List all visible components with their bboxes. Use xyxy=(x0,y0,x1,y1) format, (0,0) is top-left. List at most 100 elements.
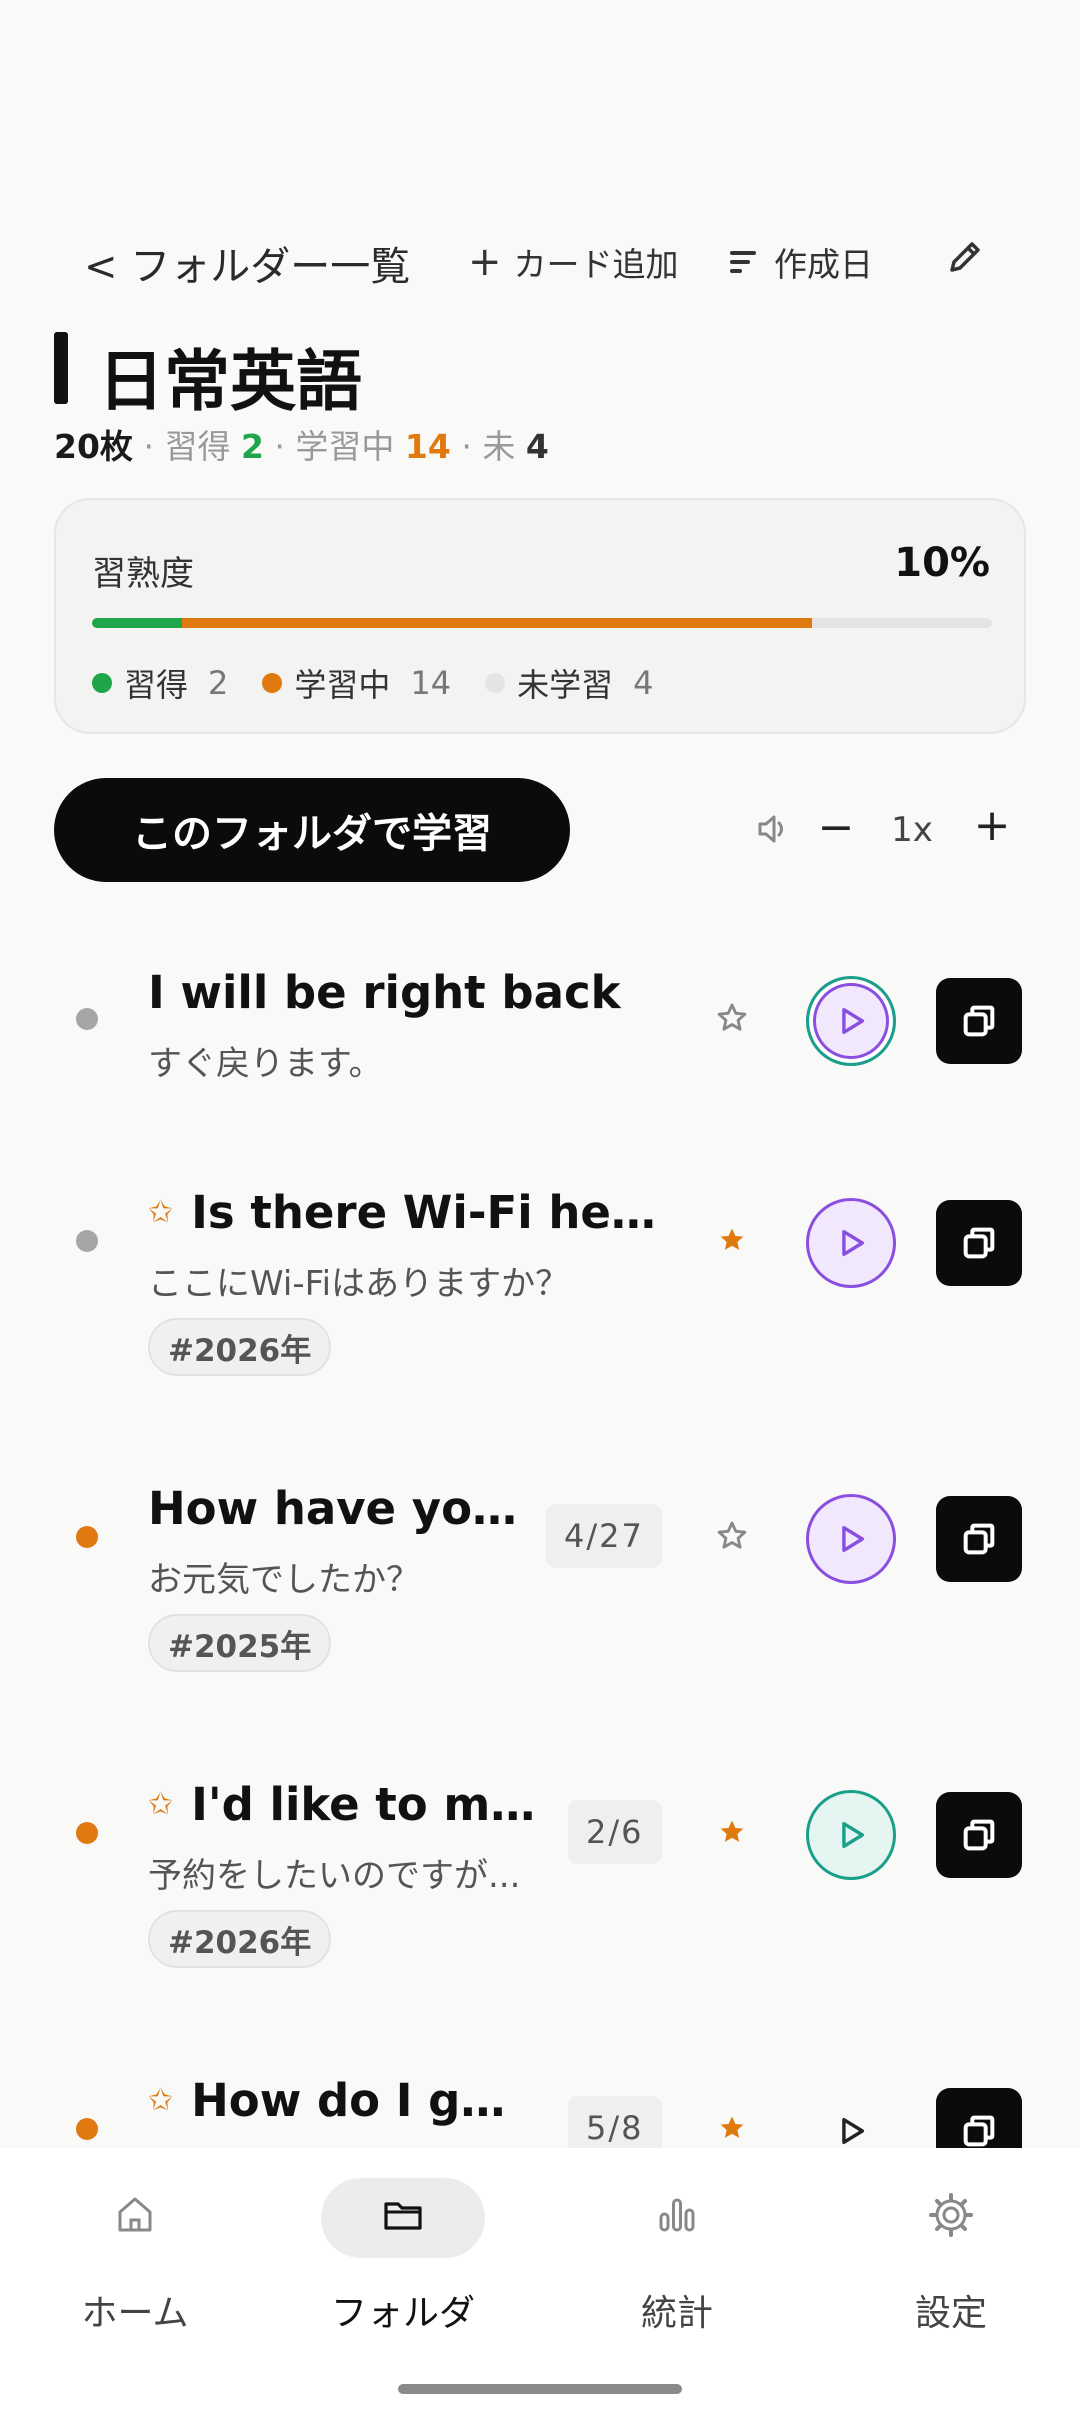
star-outline-icon[interactable] xyxy=(710,1514,754,1558)
card-count: 20枚 xyxy=(54,427,133,466)
copy-icon xyxy=(963,1227,995,1259)
folder-icon xyxy=(384,2202,422,2230)
unlearned-label: 未 xyxy=(482,427,516,466)
copy-button[interactable] xyxy=(936,978,1022,1064)
speed-decrease-button[interactable]: − xyxy=(816,802,856,853)
legend-mastered: 習得 2 xyxy=(92,660,228,706)
back-to-folder-list-link[interactable]: < フォルダー一覧 xyxy=(84,234,410,292)
play-audio-button[interactable] xyxy=(806,1198,896,1288)
card-tag[interactable]: #2025年 xyxy=(148,1614,332,1672)
add-card-button[interactable]: + カード追加 xyxy=(468,238,679,286)
learning-label: 学習中 xyxy=(295,427,395,466)
mastered-count: 2 xyxy=(240,427,264,466)
copy-button[interactable] xyxy=(936,2088,1022,2148)
copy-icon xyxy=(963,1819,995,1851)
card-item[interactable]: ✩ Is there Wi-Fi here? ここにWi-Fiはありますか？ #2… xyxy=(0,1160,1080,1400)
speaker-icon[interactable] xyxy=(756,812,790,846)
play-audio-button[interactable] xyxy=(806,1494,896,1584)
speed-increase-button[interactable]: + xyxy=(972,800,1012,851)
sort-icon xyxy=(730,251,756,273)
green-dot-icon xyxy=(92,673,112,693)
card-item[interactable]: ✩I'd like to mak... 予約をしたいのですが... #2026年… xyxy=(0,1752,1080,1992)
nav-stats[interactable]: 統計 xyxy=(542,2148,812,2348)
card-item[interactable]: I will be right back すぐ戻ります。 xyxy=(0,940,1080,1130)
card-subtitle: ここにWi-Fiはありますか？ xyxy=(148,1264,570,1304)
home-indicator[interactable] xyxy=(398,2384,682,2394)
copy-icon xyxy=(963,2115,995,2147)
mastery-card: 習熟度 10% 習得 2 学習中 14 未学習 4 xyxy=(54,498,1026,734)
status-dot xyxy=(76,2118,98,2140)
home-icon xyxy=(118,2197,152,2232)
learning-count: 14 xyxy=(404,427,451,466)
folder-title: 日常英語 xyxy=(98,343,362,420)
star-filled-icon[interactable] xyxy=(710,1810,754,1854)
card-counter: 5/8 xyxy=(568,2096,662,2148)
card-tag[interactable]: #2026年 xyxy=(148,1910,332,1968)
favorite-star-icon: ✩ xyxy=(148,2083,174,2118)
card-counter: 2/6 xyxy=(568,1800,662,1864)
star-outline-icon[interactable] xyxy=(710,996,754,1040)
card-subtitle: すぐ戻ります。 xyxy=(148,1044,383,1084)
nav-folder[interactable]: フォルダ xyxy=(268,2148,538,2348)
copy-button[interactable] xyxy=(936,1496,1022,1582)
mastery-percent: 10% xyxy=(894,540,990,586)
play-audio-button[interactable] xyxy=(806,1790,896,1880)
status-dot xyxy=(76,1008,98,1030)
gear-icon xyxy=(929,2193,973,2237)
legend-unlearned: 未学習 4 xyxy=(485,660,653,706)
play-audio-button[interactable] xyxy=(806,2086,896,2148)
favorite-star-icon: ✩ xyxy=(148,1195,174,1230)
copy-icon xyxy=(963,1523,995,1555)
card-item[interactable]: ✩How do I get ... 5/8 xyxy=(0,2048,1080,2148)
star-filled-icon[interactable] xyxy=(710,2106,754,2148)
play-audio-button[interactable] xyxy=(806,976,896,1066)
play-icon xyxy=(842,2117,865,2145)
folder-stats: 20枚 · 習得 2 · 学習中 14 · 未 4 xyxy=(54,427,549,466)
favorite-star-icon: ✩ xyxy=(148,1787,174,1822)
gray-dot-icon xyxy=(485,673,506,693)
card-title: ✩I'd like to mak... xyxy=(148,1778,538,1831)
status-dot xyxy=(76,1822,98,1844)
pencil-icon[interactable] xyxy=(940,232,990,282)
bar-chart-icon xyxy=(659,2198,695,2232)
sort-label: 作成日 xyxy=(774,245,873,284)
card-title: ✩How do I get ... xyxy=(148,2074,528,2127)
title-accent-bar xyxy=(54,332,68,404)
card-counter: 4/27 xyxy=(546,1504,662,1568)
copy-button[interactable] xyxy=(936,1200,1022,1286)
play-icon xyxy=(842,1821,865,1849)
plus-icon: + xyxy=(468,239,502,285)
mastery-legend: 習得 2 学習中 14 未学習 4 xyxy=(92,660,687,706)
add-card-label: カード追加 xyxy=(513,245,679,284)
star-filled-icon[interactable] xyxy=(710,1218,754,1262)
study-folder-button[interactable]: このフォルダで学習 xyxy=(54,778,570,882)
bottom-navigation: ホーム フォルダ 統計 設定 xyxy=(0,2148,1080,2424)
speed-value: 1x xyxy=(891,810,933,850)
card-title: I will be right back xyxy=(148,966,621,1019)
nav-home[interactable]: ホーム xyxy=(0,2148,270,2348)
mastered-segment xyxy=(92,618,182,628)
learning-segment xyxy=(182,618,812,628)
card-subtitle: 予約をしたいのですが... xyxy=(148,1856,521,1896)
unlearned-count: 4 xyxy=(525,427,549,466)
play-icon xyxy=(842,1229,865,1257)
nav-settings[interactable]: 設定 xyxy=(816,2148,1080,2348)
card-title: How have you ... xyxy=(148,1482,518,1535)
mastery-progress-bar xyxy=(92,618,992,628)
sort-button[interactable]: 作成日 xyxy=(730,238,873,286)
top-nav: < フォルダー一覧 + カード追加 作成日 xyxy=(0,222,1080,292)
play-icon xyxy=(842,1525,865,1553)
legend-learning: 学習中 14 xyxy=(262,660,451,706)
mastery-label: 習熟度 xyxy=(92,554,194,594)
status-dot xyxy=(76,1230,98,1252)
card-tag[interactable]: #2026年 xyxy=(148,1318,332,1376)
card-title: ✩ Is there Wi-Fi here? xyxy=(148,1186,668,1239)
status-dot xyxy=(76,1526,98,1548)
card-item[interactable]: How have you ... お元気でしたか？ #2025年 4/27 xyxy=(0,1456,1080,1696)
copy-icon xyxy=(963,1005,995,1037)
play-icon xyxy=(842,1007,865,1035)
card-subtitle: お元気でしたか？ xyxy=(148,1560,420,1600)
orange-dot-icon xyxy=(262,673,283,693)
mastered-label: 習得 xyxy=(164,427,231,466)
copy-button[interactable] xyxy=(936,1792,1022,1878)
